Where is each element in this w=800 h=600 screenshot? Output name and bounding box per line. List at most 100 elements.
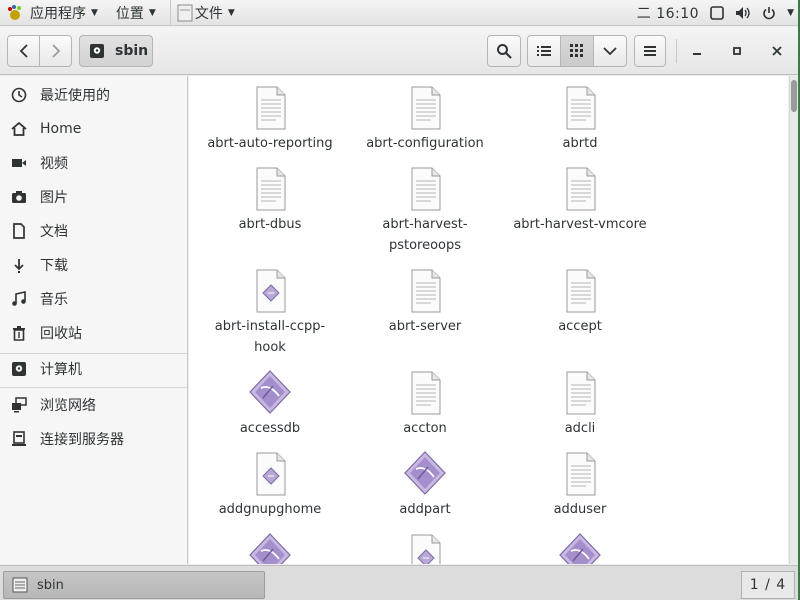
document-icon <box>11 223 27 239</box>
files-app-icon <box>12 577 28 593</box>
file-name-line: abrt-dbus <box>238 217 302 232</box>
text-file-icon <box>556 83 604 131</box>
file-name-line: abrt-install-ccpp- <box>214 319 326 334</box>
file-item[interactable]: adcli <box>505 368 655 439</box>
file-item[interactable]: accton <box>350 368 500 439</box>
minimize-icon <box>693 53 701 55</box>
taskbar: sbin 1 / 4 <box>0 565 798 600</box>
script-file-icon <box>246 266 294 314</box>
chevron-down-icon: ▼ <box>227 7 235 18</box>
applications-menu[interactable]: 应用程序 ▼ <box>0 0 104 26</box>
file-name-line: abrt-configuration <box>366 136 484 151</box>
grid-view-button[interactable] <box>560 35 594 67</box>
file-item[interactable]: abrt-install-ccpp-hook <box>195 266 345 358</box>
video-icon <box>11 155 27 171</box>
taskbar-window-sbin[interactable]: sbin <box>3 571 265 599</box>
file-name: addpart <box>350 499 500 520</box>
chevron-down-icon: ▼ <box>148 7 156 18</box>
close-button[interactable] <box>761 35 793 67</box>
scrollbar-thumb[interactable] <box>791 80 797 112</box>
back-button[interactable] <box>7 35 40 67</box>
view-options-button[interactable] <box>593 35 627 67</box>
sidebar-item-recent[interactable]: 最近使用的 <box>0 79 187 111</box>
file-item[interactable]: abrt-configuration <box>350 83 500 154</box>
path-bar-button[interactable]: sbin <box>79 35 153 67</box>
executable-file-icon <box>246 368 294 416</box>
file-name-line: adcli <box>564 421 596 436</box>
minimize-button[interactable] <box>681 35 713 67</box>
server-icon <box>11 431 27 447</box>
file-item[interactable]: adduser <box>505 449 655 520</box>
power-icon[interactable] <box>761 5 777 21</box>
script-file-icon <box>401 531 449 564</box>
sidebar-item-network[interactable]: 浏览网络 <box>0 389 187 421</box>
taskbar-window-label: sbin <box>37 577 64 593</box>
text-file-icon <box>556 449 604 497</box>
clock[interactable]: 二 16:10 <box>637 3 699 23</box>
file-name-line: addpart <box>399 502 451 517</box>
grid-view-icon <box>570 44 583 57</box>
file-name: abrt-configuration <box>350 133 500 154</box>
sidebar-item-label: 视频 <box>40 156 68 172</box>
path-label: sbin <box>115 43 149 59</box>
chevron-left-icon <box>19 44 28 58</box>
sidebar-item-computer[interactable]: 计算机 <box>0 353 187 385</box>
file-name: accton <box>350 418 500 439</box>
file-item[interactable]: abrt-auto-reporting <box>195 83 345 154</box>
chevron-down-icon[interactable]: ▼ <box>787 8 794 18</box>
chevron-right-icon <box>51 44 60 58</box>
file-name: abrt-harvest-pstoreoops <box>350 214 500 256</box>
sidebar-item-downloads[interactable]: 下载 <box>0 249 187 281</box>
chevron-down-icon <box>603 47 617 56</box>
text-file-icon <box>246 83 294 131</box>
volume-icon[interactable] <box>735 5 751 21</box>
sidebar-item-label: 音乐 <box>40 292 68 308</box>
drive-icon <box>90 44 104 58</box>
file-item[interactable]: abrt-dbus <box>195 164 345 235</box>
file-item[interactable]: accept <box>505 266 655 337</box>
file-item[interactable]: addpart <box>350 449 500 520</box>
file-item[interactable]: addgnupghome <box>195 449 345 520</box>
header-bar: sbin <box>0 27 798 75</box>
sidebar-item-documents[interactable]: 文档 <box>0 215 187 247</box>
sidebar-item-home[interactable]: Home <box>0 113 187 145</box>
file-item[interactable]: accessdb <box>195 368 345 439</box>
file-item[interactable]: abrt-server <box>350 266 500 337</box>
executable-file-icon <box>401 449 449 497</box>
sidebar-item-music[interactable]: 音乐 <box>0 283 187 315</box>
vertical-scrollbar[interactable] <box>789 76 798 564</box>
list-view-button[interactable] <box>527 35 561 67</box>
sidebar-item-label: 计算机 <box>40 362 82 378</box>
file-name: adcli <box>505 418 655 439</box>
hamburger-menu-icon <box>644 46 656 56</box>
sidebar-item-connect-server[interactable]: 连接到服务器 <box>0 423 187 455</box>
sidebar-item-videos[interactable]: 视频 <box>0 147 187 179</box>
search-icon <box>497 44 512 59</box>
sidebar-item-label: 浏览网络 <box>40 398 96 414</box>
maximize-button[interactable] <box>721 35 753 67</box>
files-app-menu[interactable]: 文件 ▼ <box>169 0 241 26</box>
forward-button[interactable] <box>39 35 72 67</box>
file-item[interactable] <box>505 531 655 564</box>
text-file-icon <box>556 368 604 416</box>
drive-icon <box>11 361 27 377</box>
file-name-line: abrt-server <box>388 319 462 334</box>
file-item[interactable]: abrtd <box>505 83 655 154</box>
download-icon <box>11 257 27 273</box>
file-item[interactable]: abrt-harvest-vmcore <box>505 164 655 235</box>
places-menu[interactable]: 位置 ▼ <box>110 0 162 26</box>
file-item[interactable]: abrt-harvest-pstoreoops <box>350 164 500 256</box>
file-item[interactable] <box>350 531 500 564</box>
search-button[interactable] <box>487 35 521 67</box>
sidebar-item-pictures[interactable]: 图片 <box>0 181 187 213</box>
workspace-pager[interactable]: 1 / 4 <box>741 571 795 599</box>
menu-button[interactable] <box>634 35 666 67</box>
home-icon <box>11 121 27 137</box>
camera-icon <box>11 189 27 205</box>
sidebar-item-trash[interactable]: 回收站 <box>0 317 187 349</box>
files-app-icon <box>177 4 193 21</box>
network-icon <box>11 397 27 413</box>
gnome-foot-icon <box>8 4 21 20</box>
file-item[interactable] <box>195 531 345 564</box>
screen-icon[interactable] <box>709 5 725 21</box>
